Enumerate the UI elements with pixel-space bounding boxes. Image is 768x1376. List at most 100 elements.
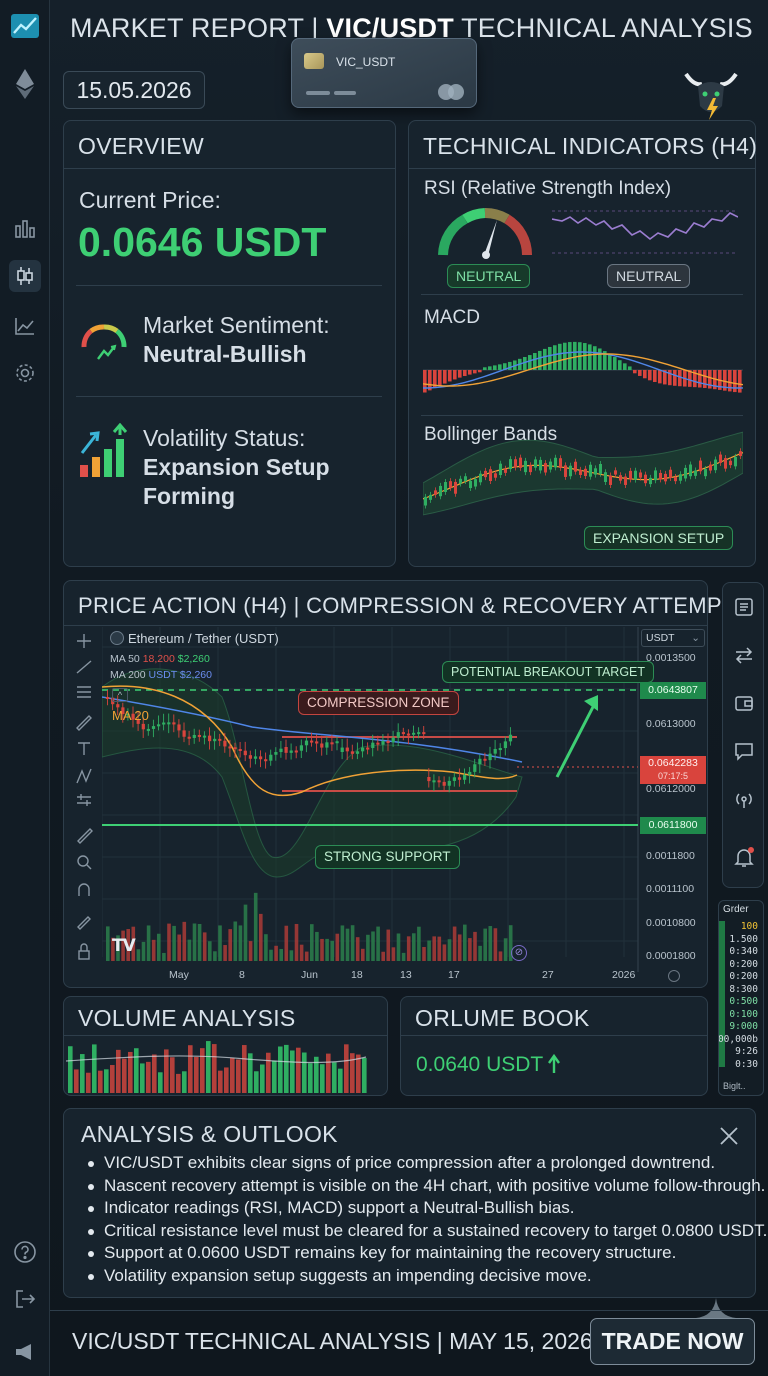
ma50-label: MA 50 — [110, 653, 140, 665]
price-candle — [315, 741, 319, 744]
breakout-arrow — [555, 704, 596, 778]
bull-logo-icon — [682, 64, 740, 124]
close-icon[interactable] — [718, 1125, 740, 1147]
price-candle — [248, 755, 252, 759]
price-tick-label: 0.0613000 — [646, 718, 696, 730]
order-strip-footer: Biglt.. — [723, 1081, 746, 1091]
bollinger-candle — [729, 460, 732, 466]
axis-settings-icon[interactable] — [668, 970, 680, 982]
settings-icon[interactable] — [9, 357, 41, 389]
price-candle — [233, 747, 237, 750]
crosshair-icon[interactable] — [77, 634, 91, 648]
wallet-icon[interactable] — [728, 687, 760, 719]
orderbook-price: 0.0640 USDT — [416, 1053, 544, 1076]
symbol-icon — [110, 631, 124, 645]
volume-analysis-bar — [152, 1054, 157, 1093]
bollinger-candle — [704, 469, 707, 477]
volume-analysis-bar — [362, 1058, 367, 1093]
trade-now-button[interactable]: TRADE NOW — [590, 1318, 755, 1365]
bollinger-candle — [459, 478, 462, 484]
price-candle — [442, 781, 446, 786]
broadcast-icon[interactable] — [728, 783, 760, 815]
order-row: 0:30 — [735, 1058, 758, 1070]
bollinger-candle — [634, 470, 637, 480]
indicator-toggle-icon[interactable]: ⊘ — [511, 945, 527, 961]
candlestick-icon[interactable] — [9, 260, 41, 292]
macd-histogram-bar — [478, 370, 482, 373]
price-candle — [243, 750, 247, 756]
zoom-icon[interactable] — [77, 855, 92, 870]
logout-icon[interactable] — [9, 1283, 41, 1315]
price-candle — [310, 740, 314, 743]
chevron-down-icon: ⌄ — [691, 632, 700, 644]
ruler-icon[interactable] — [77, 828, 93, 844]
bollinger-candle — [624, 476, 627, 485]
lock-icon[interactable] — [78, 943, 90, 960]
current-price: 0.0646 USDT — [78, 219, 327, 265]
bar-chart-icon[interactable] — [9, 212, 41, 244]
outlook-bullets: VIC/USDT exhibits clear signs of price c… — [82, 1152, 767, 1287]
pair-card[interactable]: VIC_USDT — [291, 38, 477, 108]
watchlist-icon[interactable] — [728, 591, 760, 623]
volume-analysis-bar — [332, 1062, 337, 1093]
bollinger-candle — [509, 459, 512, 470]
ethereum-icon[interactable] — [9, 68, 41, 100]
price-candle — [289, 750, 293, 753]
volume-bar — [182, 921, 187, 961]
pattern-icon[interactable] — [76, 768, 92, 784]
pen-icon[interactable] — [76, 715, 92, 731]
price-candle — [355, 751, 360, 754]
macd-histogram-bar — [528, 355, 532, 370]
volume-analysis-bar — [224, 1067, 229, 1093]
price-tick-label: 0.0001800 — [646, 950, 696, 962]
collapse-legend-icon[interactable]: ^ — [112, 688, 128, 702]
volume-bar — [141, 941, 146, 961]
volume-bar — [208, 941, 212, 961]
macd-histogram-bar — [493, 365, 497, 370]
price-candle — [422, 732, 426, 735]
bollinger-candle — [709, 464, 712, 471]
bollinger-candle — [449, 481, 452, 488]
volume-analysis-bar — [344, 1044, 349, 1093]
bollinger-candle — [739, 451, 742, 457]
price-candle — [386, 741, 390, 744]
volume-analysis-bar — [230, 1057, 235, 1093]
help-icon[interactable] — [9, 1236, 41, 1268]
fib-icon[interactable] — [77, 686, 91, 698]
macd-histogram-bar — [703, 370, 707, 388]
current-price-tag: 0.0642283 07:17:5 — [640, 756, 706, 784]
draw-lock-icon[interactable] — [77, 916, 91, 930]
divider — [421, 294, 743, 295]
title-suffix: TECHNICAL ANALYSIS — [453, 13, 753, 43]
magnet-icon[interactable] — [78, 883, 90, 896]
macd-histogram-bar — [573, 341, 577, 370]
megaphone-icon[interactable] — [9, 1336, 41, 1368]
bollinger-candle — [479, 473, 482, 483]
app-logo-icon[interactable] — [9, 10, 41, 42]
price-candle — [320, 743, 324, 748]
bollinger-candle — [684, 467, 687, 479]
volume-bar — [228, 929, 232, 961]
bollinger-candle — [594, 468, 597, 475]
chat-icon[interactable] — [728, 735, 760, 767]
price-candle — [345, 747, 349, 752]
volume-analysis-bar — [170, 1057, 175, 1093]
bollinger-candle — [444, 482, 447, 492]
price-candle — [468, 771, 472, 775]
rsi-line-chart — [551, 201, 739, 261]
notification-bell-icon[interactable] — [728, 841, 760, 873]
text-icon[interactable] — [78, 742, 90, 755]
ma200-legend: MA 200 USDT $2,260 — [110, 669, 212, 681]
currency-select[interactable]: USDT ⌄ — [641, 629, 705, 647]
volume-analysis-bar — [176, 1073, 181, 1093]
line-chart-icon[interactable] — [9, 310, 41, 342]
macd-histogram-bar — [653, 370, 657, 382]
order-row: 100 — [740, 921, 758, 932]
order-row: 0:340 — [729, 946, 758, 957]
overview-panel: OVERVIEW Current Price: 0.0646 USDT Mark… — [63, 120, 396, 567]
trendline-icon[interactable] — [76, 660, 92, 674]
adjust-icon[interactable] — [77, 794, 91, 806]
swap-icon[interactable] — [728, 639, 760, 671]
bollinger-candle — [539, 459, 542, 471]
report-date: 15.05.2026 — [63, 71, 205, 109]
